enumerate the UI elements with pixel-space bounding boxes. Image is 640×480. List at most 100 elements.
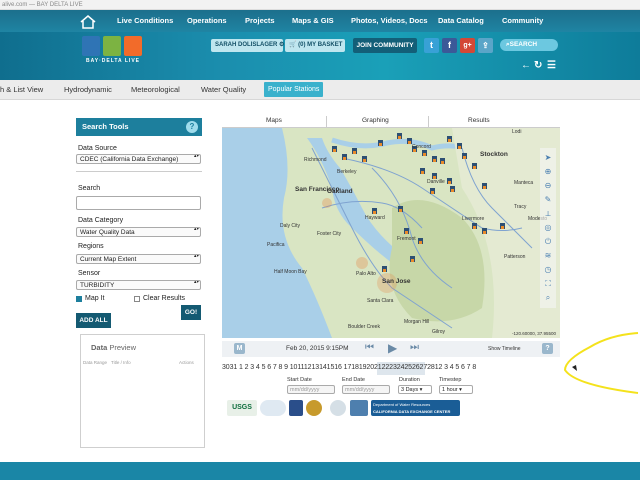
duration-label: Duration <box>399 377 420 383</box>
station-pin[interactable] <box>342 154 347 160</box>
globe-icon: ◎ <box>545 223 552 232</box>
station-pin[interactable] <box>372 208 377 214</box>
join-community-button[interactable]: JOIN COMMUNITY <box>353 38 417 53</box>
map-tabs: Maps Graphing Results <box>222 116 560 128</box>
search-map-icon: ⌕ <box>546 293 550 302</box>
subnav-list-view[interactable]: h & List View <box>0 85 43 94</box>
station-pin[interactable] <box>482 183 487 189</box>
subnav-meteorological[interactable]: Meteorological <box>131 85 180 94</box>
top-navigation: Live Conditions Operations Projects Maps… <box>0 10 640 32</box>
map-place-label: Stockton <box>480 151 508 158</box>
show-timeline-link[interactable]: Show Timeline <box>488 346 521 352</box>
gear-icon[interactable]: ⚙ <box>279 42 284 48</box>
tab-maps[interactable]: Maps <box>266 117 282 124</box>
timestep-label: Timestep <box>439 377 462 383</box>
menu-icon[interactable]: ☰ <box>547 60 556 71</box>
add-all-button[interactable]: ADD ALL <box>76 313 111 328</box>
subnav-water-quality[interactable]: Water Quality <box>201 85 246 94</box>
data-source-label: Data Source <box>78 145 117 152</box>
timeline-mode-button[interactable]: M <box>234 343 245 354</box>
station-pin[interactable] <box>440 158 445 164</box>
end-date-input[interactable]: mm/dd/yyyy <box>342 385 390 394</box>
cdec-logo-line1: Department of Water Resources <box>373 402 431 407</box>
station-pin[interactable] <box>500 223 505 229</box>
nav-community[interactable]: Community <box>502 16 543 25</box>
station-pin[interactable] <box>397 133 402 139</box>
station-pin[interactable] <box>404 228 409 234</box>
usgs-logo: USGS <box>227 400 257 416</box>
map-place-label: Berkeley <box>337 169 357 175</box>
nav-live-conditions[interactable]: Live Conditions <box>117 16 173 25</box>
sensor-select[interactable]: TURBIDITY <box>76 280 201 290</box>
map-toolbar: ➤ ⊕ ⊖ ✎ ⟂ ◎ ⏻ ≋ ◷ ⛶ ⌕ <box>540 148 556 308</box>
station-pin[interactable] <box>472 163 477 169</box>
station-pin[interactable] <box>420 168 425 174</box>
station-pin[interactable] <box>362 156 367 162</box>
column-header: Data Range <box>83 360 108 365</box>
map-canvas[interactable]: RichmondConcordBerkeleyDanvilleOaklandSa… <box>222 128 560 338</box>
station-pin[interactable] <box>422 150 427 156</box>
station-map[interactable]: Richmond Concord Berkeley Danville Oakland Sa… <box>222 128 560 338</box>
cdec-logo: Department of Water Resources CALIFORNIA … <box>371 400 460 416</box>
nav-maps-gis[interactable]: Maps & GIS <box>292 16 334 25</box>
subnav-hydrodynamic[interactable]: Hydrodynamic <box>64 85 112 94</box>
start-date-input[interactable]: mm/dd/yyyy <box>287 385 335 394</box>
step-back-icon[interactable]: ⏮ <box>365 342 374 353</box>
map-it-checkbox[interactable] <box>76 296 82 302</box>
search-input[interactable] <box>76 196 201 210</box>
tab-results[interactable]: Results <box>468 117 490 124</box>
site-search[interactable]: ⌕SEARCH <box>500 39 558 51</box>
station-pin[interactable] <box>450 186 455 192</box>
station-pin[interactable] <box>472 223 477 229</box>
facebook-icon[interactable]: f <box>442 38 457 53</box>
date-strip[interactable]: 3031 1 2 3 4 5 6 7 8 9 10111213141516 17… <box>222 362 562 375</box>
timestep-select[interactable]: 1 hour ▾ <box>439 385 473 394</box>
nav-operations[interactable]: Operations <box>187 16 227 25</box>
data-source-select[interactable]: CDEC (California Data Exchange) <box>76 154 201 164</box>
subnav-popular-stations[interactable]: Popular Stations <box>264 82 324 97</box>
basket-button[interactable]: 🛒 (0) MY BASKET <box>285 39 345 52</box>
station-pin[interactable] <box>332 146 337 152</box>
column-header: Title / Info <box>111 360 131 365</box>
step-forward-icon[interactable]: ⏭ <box>410 342 419 353</box>
station-pin[interactable] <box>382 266 387 272</box>
user-menu[interactable]: SARAH DOLISLAGER ⚙ <box>211 39 284 52</box>
site-logo[interactable]: BAY·DELTA LIVE <box>82 36 144 68</box>
nav-photos-videos-docs[interactable]: Photos, Videos, Docs <box>351 16 428 25</box>
back-arrow-icon[interactable]: ← <box>521 60 531 71</box>
duration-select[interactable]: 3 Days ▾ <box>398 385 432 394</box>
station-pin[interactable] <box>352 148 357 154</box>
partner-seal-logo <box>289 400 303 416</box>
go-button[interactable]: GO! <box>181 305 201 320</box>
map-place-label: San Francisco <box>295 186 339 193</box>
station-pin[interactable] <box>482 228 487 234</box>
station-pin[interactable] <box>430 188 435 194</box>
play-icon[interactable]: ▶ <box>388 341 397 355</box>
timeline-bar: M Feb 20, 2015 9:15PM ⏮ ▶ ⏭ Show Timelin… <box>222 341 560 357</box>
station-pin[interactable] <box>378 140 383 146</box>
regions-select[interactable]: Current Map Extent <box>76 254 201 264</box>
station-pin[interactable] <box>418 238 423 244</box>
station-pin[interactable] <box>457 143 462 149</box>
twitter-icon[interactable]: t <box>424 38 439 53</box>
clear-results-checkbox[interactable] <box>134 296 140 302</box>
help-icon[interactable]: ? <box>186 121 198 133</box>
station-pin[interactable] <box>398 206 403 212</box>
station-pin[interactable] <box>462 153 467 159</box>
station-pin[interactable] <box>432 156 437 162</box>
tab-graphing[interactable]: Graphing <box>362 117 389 124</box>
home-icon[interactable] <box>80 15 96 29</box>
nav-data-catalog[interactable]: Data Catalog <box>438 16 484 25</box>
station-pin[interactable] <box>410 256 415 262</box>
share-icon[interactable]: ⇪ <box>478 38 493 53</box>
data-category-select[interactable]: Water Quality Data <box>76 227 201 237</box>
refresh-icon[interactable]: ↻ <box>534 60 542 71</box>
station-pin[interactable] <box>447 178 452 184</box>
date-strip-labels: 3031 1 2 3 4 5 6 7 8 9 10111213141516 17… <box>222 364 477 371</box>
browser-url-text: alive.com — BAY DELTA LIVE <box>2 2 83 8</box>
googleplus-icon[interactable]: g+ <box>460 38 475 53</box>
station-pin[interactable] <box>447 136 452 142</box>
tab-separator <box>326 116 327 128</box>
map-place-label: Tracy <box>514 204 527 210</box>
nav-projects[interactable]: Projects <box>245 16 275 25</box>
